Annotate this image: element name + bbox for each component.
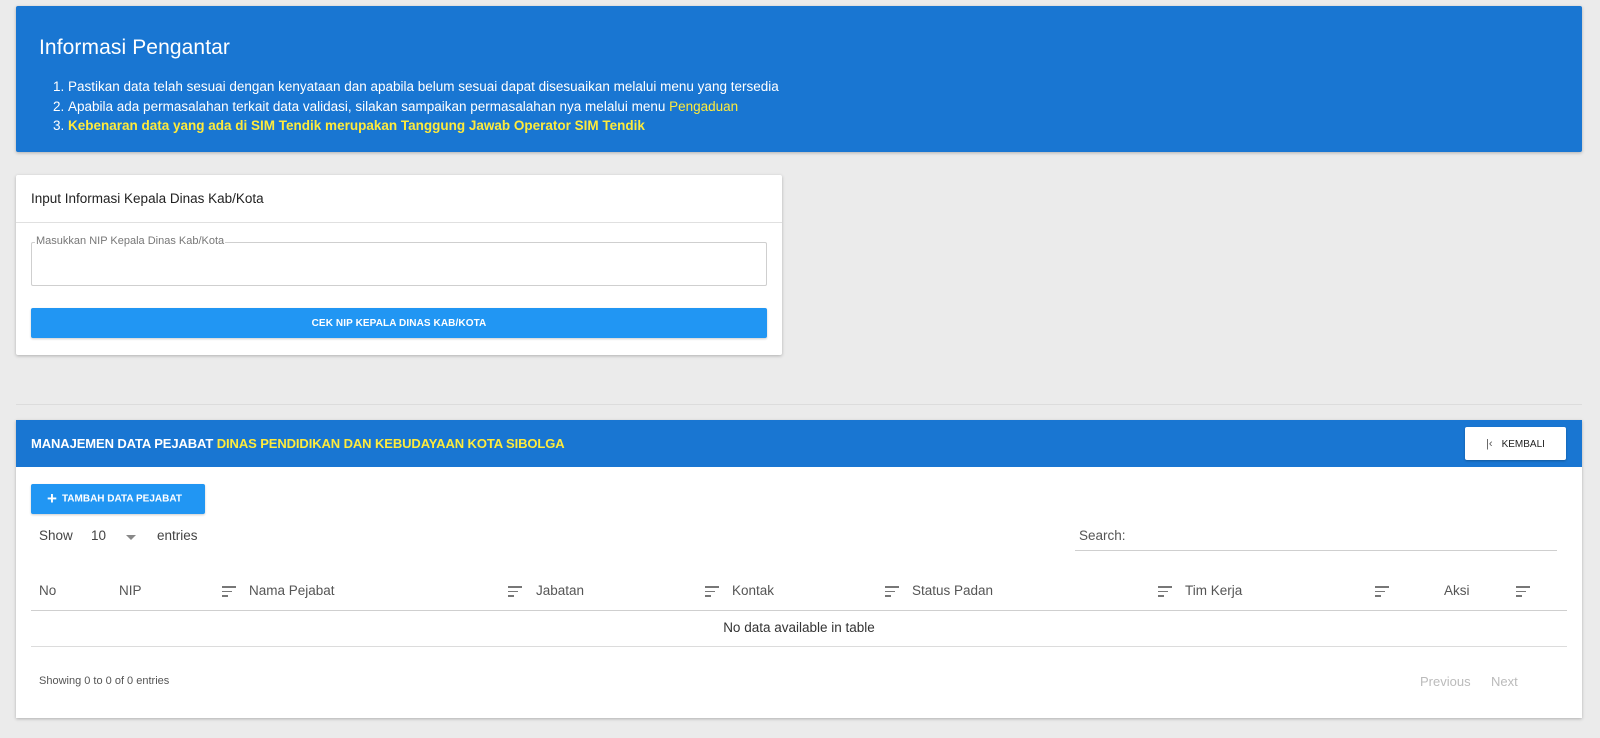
search-underline (1075, 550, 1557, 551)
previous-button[interactable]: Previous (1420, 674, 1471, 689)
kembali-button[interactable]: |‹ KEMBALI (1465, 427, 1566, 460)
page-length-select[interactable]: 10 (91, 526, 141, 546)
show-label: Show (39, 528, 73, 543)
column-header-status-padan[interactable]: Status Padan (912, 583, 993, 598)
info-item-2: 2. Apabila ada permasalahan terkait data … (53, 98, 739, 114)
sort-icon[interactable] (1158, 586, 1172, 597)
table-info: Showing 0 to 0 of 0 entries (39, 675, 170, 687)
entries-label: entries (157, 528, 198, 543)
sort-icon[interactable] (508, 586, 522, 597)
pengaduan-link[interactable]: Pengaduan (669, 99, 738, 114)
search-label: Search: (1079, 528, 1126, 543)
pejabat-header: MANAJEMEN DATA PEJABAT DINAS PENDIDIKAN … (16, 420, 1582, 467)
nip-input[interactable] (38, 255, 760, 281)
sort-icon[interactable] (1516, 586, 1530, 597)
sort-icon[interactable] (1375, 586, 1389, 597)
sort-icon[interactable] (885, 586, 899, 597)
column-header-nama-pejabat[interactable]: Nama Pejabat (249, 583, 335, 598)
search-input[interactable] (1133, 523, 1553, 547)
table-empty-row: No data available in table (31, 611, 1567, 647)
column-header-nip[interactable]: NIP (119, 583, 142, 598)
card-title: Input Informasi Kepala Dinas Kab/Kota (31, 191, 264, 206)
dinas-name: DINAS PENDIDIKAN DAN KEBUDAYAAN KOTA SIB… (216, 436, 565, 451)
card-header: Input Informasi Kepala Dinas Kab/Kota (16, 175, 782, 223)
column-header-no[interactable]: No (39, 583, 56, 598)
info-title: Informasi Pengantar (39, 36, 231, 59)
column-header-tim-kerja[interactable]: Tim Kerja (1185, 583, 1242, 598)
sort-icon[interactable] (705, 586, 719, 597)
cek-nip-button[interactable]: CEK NIP KEPALA DINAS KAB/KOTA (31, 308, 767, 338)
pejabat-card: MANAJEMEN DATA PEJABAT DINAS PENDIDIKAN … (16, 420, 1582, 718)
info-item-3: 3. Kebenaran data yang ada di SIM Tendik … (53, 118, 645, 133)
section-divider (16, 404, 1582, 405)
caret-down-icon (126, 535, 136, 540)
kepala-dinas-card: Input Informasi Kepala Dinas Kab/Kota Ma… (16, 175, 782, 355)
plus-icon: + (47, 489, 57, 508)
column-header-kontak[interactable]: Kontak (732, 583, 774, 598)
tambah-data-pejabat-button[interactable]: + TAMBAH DATA PEJABAT (31, 484, 205, 514)
next-button[interactable]: Next (1491, 674, 1518, 689)
first-page-icon: |‹ (1486, 437, 1493, 450)
info-list: 1. Pastikan data telah sesuai dengan keny… (53, 77, 779, 136)
info-banner: Informasi Pengantar 1. Pastikan data tela… (16, 6, 1582, 152)
nip-field-label: Masukkan NIP Kepala Dinas Kab/Kota (35, 235, 226, 247)
column-header-jabatan[interactable]: Jabatan (536, 583, 584, 598)
info-item-1: 1. Pastikan data telah sesuai dengan keny… (53, 79, 779, 94)
pejabat-title: MANAJEMEN DATA PEJABAT DINAS PENDIDIKAN … (31, 436, 565, 451)
nip-field: Masukkan NIP Kepala Dinas Kab/Kota (31, 235, 767, 286)
sort-icon[interactable] (222, 586, 236, 597)
column-header-aksi[interactable]: Aksi (1444, 583, 1470, 598)
